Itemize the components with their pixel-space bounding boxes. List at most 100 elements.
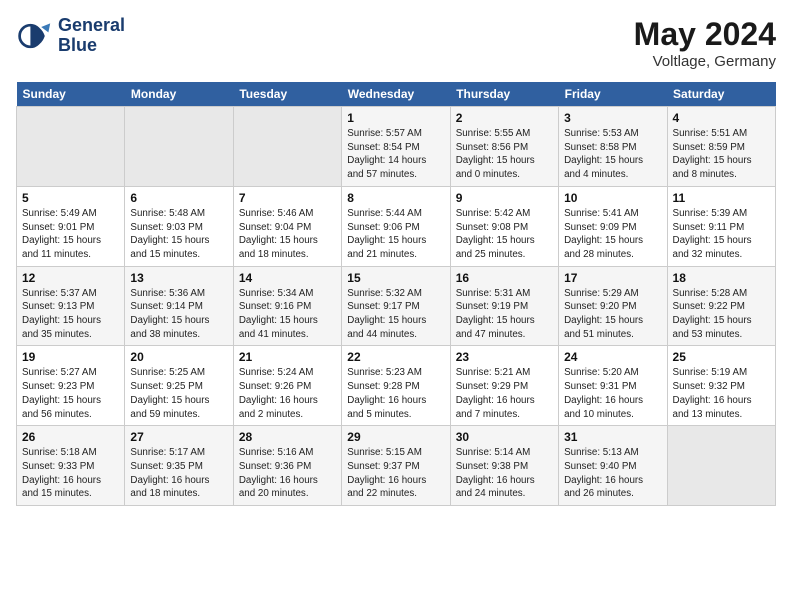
day-number: 15 (347, 271, 444, 285)
day-info: Sunrise: 5:42 AM Sunset: 9:08 PM Dayligh… (456, 207, 553, 262)
calendar-cell: 24 Sunrise: 5:20 AM Sunset: 9:31 PM Dayli… (559, 346, 667, 426)
day-number: 8 (347, 191, 444, 205)
calendar-cell: 2 Sunrise: 5:55 AM Sunset: 8:56 PM Daylig… (450, 107, 558, 187)
day-number: 25 (673, 350, 770, 364)
calendar-cell (233, 107, 341, 187)
day-number: 27 (130, 430, 227, 444)
day-number: 24 (564, 350, 661, 364)
day-info: Sunrise: 5:31 AM Sunset: 9:19 PM Dayligh… (456, 287, 553, 342)
calendar-cell (125, 107, 233, 187)
calendar-cell: 3 Sunrise: 5:53 AM Sunset: 8:58 PM Daylig… (559, 107, 667, 187)
calendar-cell: 6Sunrise: 5:48 AM Sunset: 9:03 PM Daylig… (125, 186, 233, 266)
weekday-header-monday: Monday (125, 82, 233, 107)
calendar-cell (17, 107, 125, 187)
day-info: Sunrise: 5:25 AM Sunset: 9:25 PM Dayligh… (130, 366, 227, 421)
calendar-cell: 9 Sunrise: 5:42 AM Sunset: 9:08 PM Daylig… (450, 186, 558, 266)
weekday-header-wednesday: Wednesday (342, 82, 450, 107)
calendar-cell: 7 Sunrise: 5:46 AM Sunset: 9:04 PM Daylig… (233, 186, 341, 266)
day-number: 7 (239, 191, 336, 205)
day-info: Sunrise: 5:27 AM Sunset: 9:23 PM Dayligh… (22, 366, 119, 421)
day-number: 10 (564, 191, 661, 205)
weekday-header-saturday: Saturday (667, 82, 775, 107)
calendar-cell: 26 Sunrise: 5:18 AM Sunset: 9:33 PM Dayli… (17, 426, 125, 506)
day-info: Sunrise: 5:14 AM Sunset: 9:38 PM Dayligh… (456, 446, 553, 501)
calendar-cell: 10 Sunrise: 5:41 AM Sunset: 9:09 PM Dayli… (559, 186, 667, 266)
weekday-header-sunday: Sunday (17, 82, 125, 107)
logo-icon (16, 18, 52, 54)
calendar-cell: 20Sunrise: 5:25 AM Sunset: 9:25 PM Dayli… (125, 346, 233, 426)
logo: General Blue (16, 16, 125, 56)
calendar-cell: 31 Sunrise: 5:13 AM Sunset: 9:40 PM Dayli… (559, 426, 667, 506)
day-number: 14 (239, 271, 336, 285)
calendar-cell: 17Sunrise: 5:29 AM Sunset: 9:20 PM Dayli… (559, 266, 667, 346)
day-info: Sunrise: 5:23 AM Sunset: 9:28 PM Dayligh… (347, 366, 444, 421)
day-number: 6 (130, 191, 227, 205)
weekday-header-thursday: Thursday (450, 82, 558, 107)
month-title: May 2024 (634, 16, 776, 53)
day-info: Sunrise: 5:13 AM Sunset: 9:40 PM Dayligh… (564, 446, 661, 501)
calendar-week-3: 12Sunrise: 5:37 AM Sunset: 9:13 PM Dayli… (17, 266, 776, 346)
day-info: Sunrise: 5:55 AM Sunset: 8:56 PM Dayligh… (456, 127, 553, 182)
day-info: Sunrise: 5:15 AM Sunset: 9:37 PM Dayligh… (347, 446, 444, 501)
day-number: 31 (564, 430, 661, 444)
calendar-cell: 16Sunrise: 5:31 AM Sunset: 9:19 PM Dayli… (450, 266, 558, 346)
day-number: 18 (673, 271, 770, 285)
calendar-cell: 12Sunrise: 5:37 AM Sunset: 9:13 PM Dayli… (17, 266, 125, 346)
day-number: 9 (456, 191, 553, 205)
calendar-cell: 28 Sunrise: 5:16 AM Sunset: 9:36 PM Dayli… (233, 426, 341, 506)
calendar-cell: 14 Sunrise: 5:34 AM Sunset: 9:16 PM Dayli… (233, 266, 341, 346)
day-info: Sunrise: 5:32 AM Sunset: 9:17 PM Dayligh… (347, 287, 444, 342)
calendar-cell: 22 Sunrise: 5:23 AM Sunset: 9:28 PM Dayli… (342, 346, 450, 426)
calendar-cell: 1Sunrise: 5:57 AM Sunset: 8:54 PM Daylig… (342, 107, 450, 187)
day-number: 13 (130, 271, 227, 285)
calendar-cell: 27 Sunrise: 5:17 AM Sunset: 9:35 PM Dayli… (125, 426, 233, 506)
day-info: Sunrise: 5:28 AM Sunset: 9:22 PM Dayligh… (673, 287, 770, 342)
calendar-cell: 8 Sunrise: 5:44 AM Sunset: 9:06 PM Daylig… (342, 186, 450, 266)
calendar-cell: 23Sunrise: 5:21 AM Sunset: 9:29 PM Dayli… (450, 346, 558, 426)
logo-text: General Blue (58, 16, 125, 56)
calendar-cell: 25Sunrise: 5:19 AM Sunset: 9:32 PM Dayli… (667, 346, 775, 426)
calendar-cell (667, 426, 775, 506)
day-number: 2 (456, 111, 553, 125)
day-info: Sunrise: 5:37 AM Sunset: 9:13 PM Dayligh… (22, 287, 119, 342)
calendar-week-1: 1Sunrise: 5:57 AM Sunset: 8:54 PM Daylig… (17, 107, 776, 187)
day-number: 3 (564, 111, 661, 125)
day-number: 17 (564, 271, 661, 285)
day-info: Sunrise: 5:20 AM Sunset: 9:31 PM Dayligh… (564, 366, 661, 421)
weekday-header-tuesday: Tuesday (233, 82, 341, 107)
day-info: Sunrise: 5:53 AM Sunset: 8:58 PM Dayligh… (564, 127, 661, 182)
day-number: 22 (347, 350, 444, 364)
day-number: 26 (22, 430, 119, 444)
day-info: Sunrise: 5:34 AM Sunset: 9:16 PM Dayligh… (239, 287, 336, 342)
day-info: Sunrise: 5:17 AM Sunset: 9:35 PM Dayligh… (130, 446, 227, 501)
calendar-cell: 18 Sunrise: 5:28 AM Sunset: 9:22 PM Dayli… (667, 266, 775, 346)
day-info: Sunrise: 5:49 AM Sunset: 9:01 PM Dayligh… (22, 207, 119, 262)
day-number: 30 (456, 430, 553, 444)
day-info: Sunrise: 5:51 AM Sunset: 8:59 PM Dayligh… (673, 127, 770, 182)
day-info: Sunrise: 5:44 AM Sunset: 9:06 PM Dayligh… (347, 207, 444, 262)
calendar-cell: 5 Sunrise: 5:49 AM Sunset: 9:01 PM Daylig… (17, 186, 125, 266)
calendar-cell: 21 Sunrise: 5:24 AM Sunset: 9:26 PM Dayli… (233, 346, 341, 426)
day-number: 23 (456, 350, 553, 364)
day-info: Sunrise: 5:16 AM Sunset: 9:36 PM Dayligh… (239, 446, 336, 501)
calendar-table: SundayMondayTuesdayWednesdayThursdayFrid… (16, 82, 776, 506)
day-number: 21 (239, 350, 336, 364)
calendar-cell: 19Sunrise: 5:27 AM Sunset: 9:23 PM Dayli… (17, 346, 125, 426)
day-number: 28 (239, 430, 336, 444)
calendar-cell: 11Sunrise: 5:39 AM Sunset: 9:11 PM Dayli… (667, 186, 775, 266)
day-number: 29 (347, 430, 444, 444)
calendar-week-4: 19Sunrise: 5:27 AM Sunset: 9:23 PM Dayli… (17, 346, 776, 426)
calendar-cell: 29 Sunrise: 5:15 AM Sunset: 9:37 PM Dayli… (342, 426, 450, 506)
page-header: General Blue May 2024 Voltlage, Germany (16, 16, 776, 70)
weekday-header-friday: Friday (559, 82, 667, 107)
calendar-cell: 30 Sunrise: 5:14 AM Sunset: 9:38 PM Dayli… (450, 426, 558, 506)
day-info: Sunrise: 5:41 AM Sunset: 9:09 PM Dayligh… (564, 207, 661, 262)
day-info: Sunrise: 5:24 AM Sunset: 9:26 PM Dayligh… (239, 366, 336, 421)
day-number: 5 (22, 191, 119, 205)
day-info: Sunrise: 5:36 AM Sunset: 9:14 PM Dayligh… (130, 287, 227, 342)
weekday-header-row: SundayMondayTuesdayWednesdayThursdayFrid… (17, 82, 776, 107)
calendar-week-2: 5 Sunrise: 5:49 AM Sunset: 9:01 PM Daylig… (17, 186, 776, 266)
day-number: 1 (347, 111, 444, 125)
day-info: Sunrise: 5:18 AM Sunset: 9:33 PM Dayligh… (22, 446, 119, 501)
day-info: Sunrise: 5:46 AM Sunset: 9:04 PM Dayligh… (239, 207, 336, 262)
